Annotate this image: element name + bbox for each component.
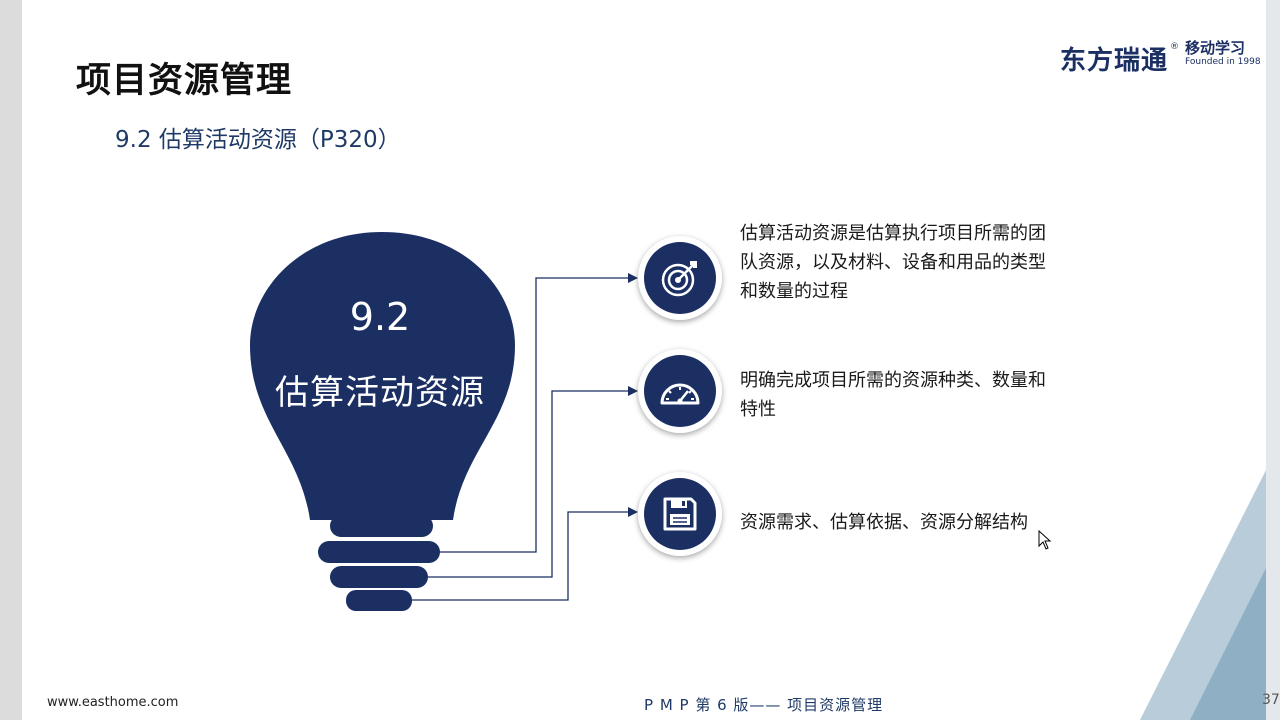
mouse-cursor-icon bbox=[1038, 530, 1052, 550]
floppy-disk-icon bbox=[663, 497, 697, 531]
connector-arrow-3 bbox=[628, 507, 638, 517]
speedometer-icon bbox=[660, 383, 700, 405]
item-description-3: 资源需求、估算依据、资源分解结构 bbox=[740, 512, 1028, 533]
lightbulb-base-ring-1 bbox=[318, 541, 440, 563]
page-number: 37 bbox=[1262, 692, 1280, 708]
speedometer-icon-badge bbox=[638, 349, 722, 433]
connector-line-3 bbox=[412, 511, 628, 601]
connector-arrow-2 bbox=[628, 386, 638, 396]
item-description-2: 明确完成项目所需的资源种类、数量和特性 bbox=[740, 370, 1046, 420]
bulb-section-number: 9.2 bbox=[349, 295, 411, 339]
lightbulb-neck bbox=[330, 515, 433, 537]
lightbulb-base-ring-2 bbox=[330, 566, 428, 588]
footer-website: www.easthome.com bbox=[47, 695, 179, 710]
footer-course-title: P M P 第 6 版—— 项目资源管理 bbox=[644, 696, 884, 714]
target-icon bbox=[661, 261, 697, 297]
item-description-1: 估算活动资源是估算执行项目所需的团队资源，以及材料、设备和用品的类型和数量的过程 bbox=[740, 223, 1046, 302]
bulb-section-label: 估算活动资源 bbox=[275, 373, 485, 413]
connector-arrow-1 bbox=[628, 273, 638, 283]
lightbulb-base-ring-3 bbox=[346, 590, 412, 611]
lightbulb-graphic bbox=[250, 232, 638, 611]
floppy-disk-icon-badge bbox=[638, 472, 722, 556]
target-icon-badge bbox=[638, 236, 722, 320]
